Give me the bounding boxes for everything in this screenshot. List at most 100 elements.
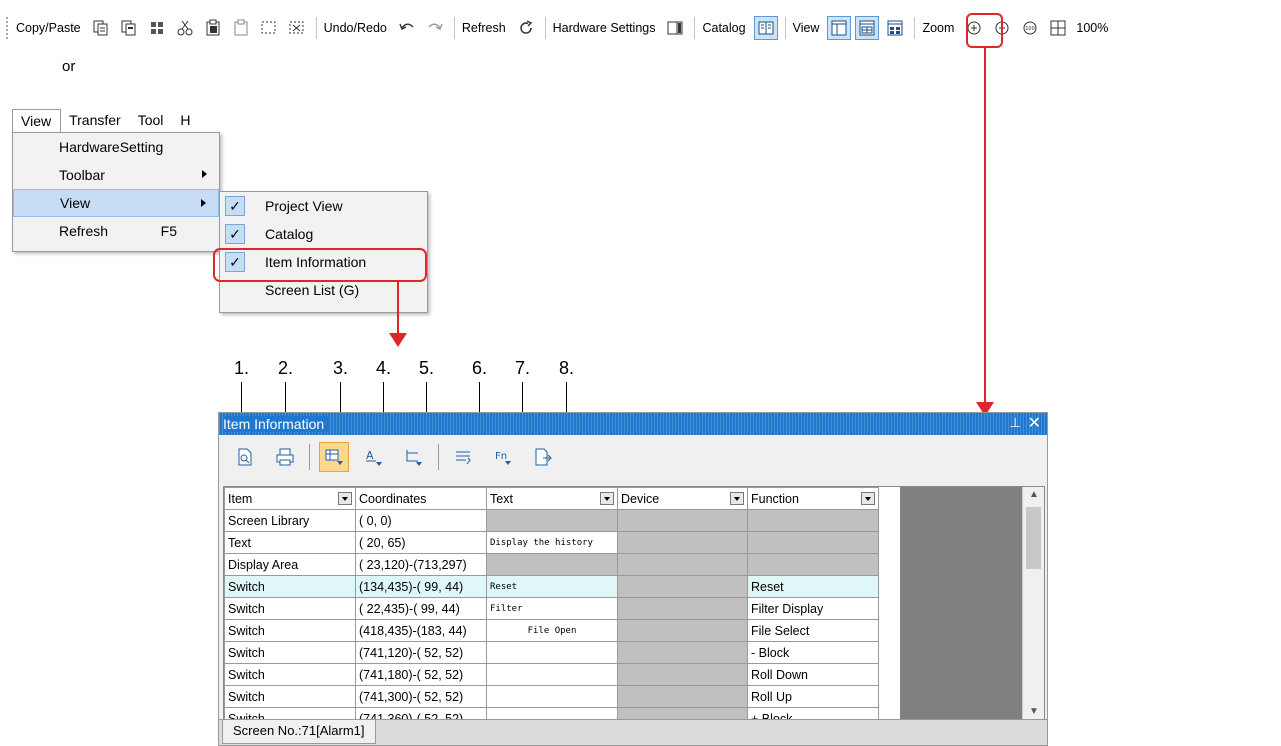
main-toolbar: Copy/Paste Undo/Redo Refresh Hardware Se… [0,10,1281,46]
pin-icon[interactable]: ⊥ [1010,415,1021,431]
paste-icon[interactable] [201,16,225,40]
or-label: or [62,58,76,75]
cell-coordinates: (741,180)-( 52, 52) [355,663,487,686]
callout-number-6: 6. [472,358,488,378]
menu-tool[interactable]: Tool [130,109,173,133]
filter-dropdown-icon[interactable] [730,492,744,505]
undo-icon[interactable] [395,16,419,40]
arrow-head [389,333,407,347]
copy-special-icon[interactable] [117,16,141,40]
panel-title-bar[interactable]: Item Information ⊥ ✕ [219,413,1047,435]
item-table: Item Coordinates Text Device Function Sc… [224,487,879,719]
cut-icon[interactable] [173,16,197,40]
close-icon[interactable]: ✕ [1028,413,1041,433]
cell-function: Roll Up [747,685,879,708]
hardware-settings-icon[interactable] [663,16,687,40]
menu-item-refresh[interactable]: Refresh F5 [13,217,219,245]
cell-text [486,641,618,664]
item-information-view-icon[interactable] [855,16,880,40]
menu-view[interactable]: View [12,109,62,133]
zoom-level: 100% [1076,21,1109,35]
zoom-100-icon[interactable]: 100 [1018,16,1042,40]
cell-device [617,597,748,620]
menu-item-label: HardwareSetting [59,139,164,155]
table-row[interactable]: Switch (418,435)-(183, 44) File Open Fil… [224,619,879,642]
select-area-icon[interactable] [257,16,281,40]
menu-shortcut: F5 [160,223,177,239]
screen-tab[interactable]: Screen No.:71[Alarm1] [222,720,376,744]
cell-coordinates: (741,120)-( 52, 52) [355,641,487,664]
filter-dropdown-icon[interactable] [861,492,875,505]
menu-help[interactable]: H [172,109,199,133]
filter-dropdown-icon[interactable] [338,492,352,505]
cell-item: Switch [224,685,356,708]
submenu-item-project-view[interactable]: ✓ Project View [220,192,427,220]
menu-item-label: Screen List (G) [265,282,360,298]
cell-item: Switch [224,575,356,598]
screen-list-view-icon[interactable] [883,16,907,40]
column-header-coordinates[interactable]: Coordinates [355,487,487,510]
cell-coordinates: ( 20, 65) [355,531,487,554]
toolbar-grip[interactable] [6,17,10,39]
project-view-icon[interactable] [827,16,852,40]
toolbar-separator [315,17,317,39]
menu-item-highlight [213,248,427,282]
cell-text: Reset [486,575,618,598]
refresh-group-label: Refresh [461,21,506,35]
panel-toolbar-separator [309,444,310,470]
toolbar-separator [453,17,455,39]
menu-item-view[interactable]: View [13,189,219,217]
table-row[interactable]: Display Area ( 23,120)-(713,297) [224,553,879,576]
print-preview-button[interactable] [230,442,260,472]
item-information-panel: Item Information ⊥ ✕ A Fn Item Coordinat… [218,412,1048,746]
table-row[interactable]: Switch ( 22,435)-( 99, 44) Filter Filter… [224,597,879,620]
export-button[interactable] [528,442,558,472]
submenu-item-catalog[interactable]: ✓ Catalog [220,220,427,248]
table-row[interactable]: Switch (741,180)-( 52, 52) Roll Down [224,663,879,686]
refresh-icon[interactable] [514,16,538,40]
copy-icon[interactable] [89,16,113,40]
toolbar-separator [914,17,916,39]
catalog-icon[interactable] [753,16,778,40]
cell-device [617,619,748,642]
table-row[interactable]: Switch (741,300)-( 52, 52) Roll Up [224,685,879,708]
cell-item: Screen Library [224,509,356,532]
column-header-function[interactable]: Function [747,487,879,510]
scrollbar-thumb[interactable] [1026,507,1041,569]
copy-paste-group-label: Copy/Paste [16,21,81,35]
cell-coordinates: (418,435)-(183, 44) [355,619,487,642]
callout-number-7: 7. [515,358,531,378]
table-row[interactable]: Text ( 20, 65) Display the history [224,531,879,554]
scroll-up-icon[interactable]: ▲ [1029,489,1039,500]
column-header-label: Function [751,491,799,506]
delete-selection-icon[interactable] [285,16,309,40]
cell-coordinates: ( 22,435)-( 99, 44) [355,597,487,620]
table-row[interactable]: Screen Library ( 0, 0) [224,509,879,532]
paste-special-icon[interactable] [229,16,253,40]
print-button[interactable] [270,442,300,472]
menu-item-hardware-setting[interactable]: HardwareSetting [13,133,219,161]
scroll-down-icon[interactable]: ▼ [1029,706,1039,717]
redo-icon[interactable] [423,16,447,40]
word-wrap-button[interactable] [448,442,478,472]
column-header-item[interactable]: Item [224,487,356,510]
vertical-scrollbar[interactable]: ▲ ▼ [1022,487,1044,719]
column-header-device[interactable]: Device [617,487,748,510]
cell-coordinates: (134,435)-( 99, 44) [355,575,487,598]
display-item-filter-button[interactable] [319,442,349,472]
filter-dropdown-icon[interactable] [600,492,614,505]
arrow-line [397,282,399,334]
coordinates-filter-button[interactable] [399,442,429,472]
column-header-text[interactable]: Text [486,487,618,510]
text-filter-button[interactable]: A [359,442,389,472]
function-filter-button[interactable]: Fn [488,442,518,472]
zoom-fit-icon[interactable] [1046,16,1070,40]
table-row[interactable]: Switch (741,120)-( 52, 52) - Block [224,641,879,664]
grid-empty-area [900,487,1023,719]
menu-item-label: Toolbar [59,167,105,183]
menu-transfer[interactable]: Transfer [61,109,130,133]
cell-item: Switch [224,597,356,620]
grid-copy-icon[interactable] [145,16,169,40]
menu-item-toolbar[interactable]: Toolbar [13,161,219,189]
table-row-selected[interactable]: Switch (134,435)-( 99, 44) Reset Reset [224,575,879,598]
